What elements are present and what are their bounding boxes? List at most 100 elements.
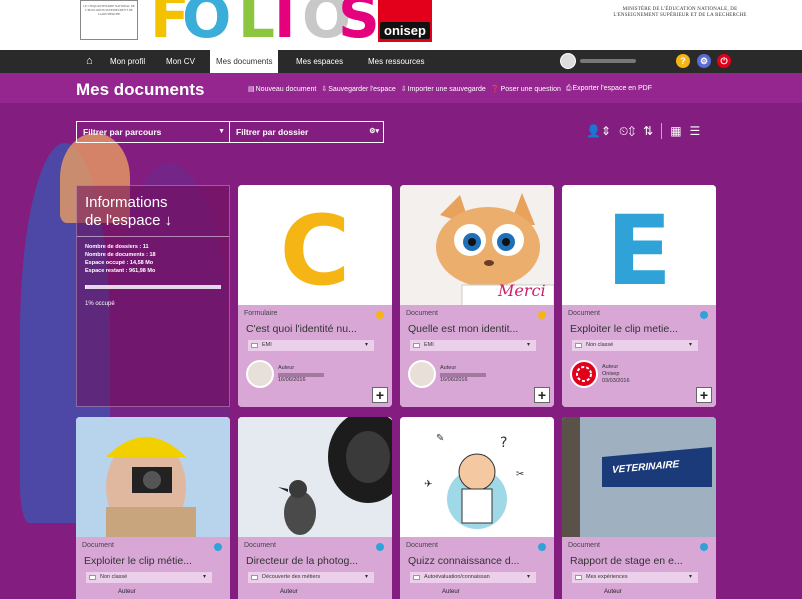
sort-alpha-icon[interactable]: ⇅ <box>643 124 653 138</box>
folder-select[interactable]: Découverte des métiers <box>248 572 374 583</box>
status-dot <box>700 311 708 319</box>
folder-icon <box>251 343 258 348</box>
logout-icon[interactable]: ⏻ <box>717 54 731 68</box>
sort-by-date-icon[interactable]: ⏲⇕ <box>619 124 635 139</box>
space-info-title[interactable]: Informations de l'espace ↓ <box>77 186 229 237</box>
document-card[interactable]: E Document Exploiter le clip metie... No… <box>562 185 716 407</box>
veterinaire-sign-photo <box>562 417 716 537</box>
card-type: Document <box>568 542 600 549</box>
import-icon: ⇩ <box>400 86 407 93</box>
card-type: Document <box>82 542 114 549</box>
user-menu[interactable] <box>560 53 636 69</box>
letter-e-image: E <box>606 195 672 305</box>
add-button[interactable]: + <box>534 387 550 403</box>
card-title[interactable]: Directeur de la photog... <box>246 555 386 567</box>
card-type: Formulaire <box>244 310 278 317</box>
folder-select[interactable]: Mes expériences <box>572 572 698 583</box>
card-thumbnail: VETERINAIRE <box>562 417 716 537</box>
storage-progress-bar <box>85 285 221 289</box>
card-title[interactable]: Rapport de stage en e... <box>570 555 710 567</box>
gear-chevron-icon: ⚙▾ <box>369 128 379 135</box>
export-pdf-button[interactable]: ⎙Exporter l'espace en PDF <box>566 85 652 93</box>
card-thumbnail <box>238 417 392 537</box>
card-title[interactable]: Exploiter le clip metie... <box>570 323 710 335</box>
filter-dossier-select[interactable]: Filtrer par dossier ⚙▾ <box>230 121 384 143</box>
sort-by-user-icon[interactable]: 👤⇕ <box>586 124 611 138</box>
status-dot <box>376 543 384 551</box>
nav-mon-cv[interactable]: Mon CV <box>160 50 201 73</box>
folder-select[interactable]: EMI <box>410 340 536 351</box>
document-card[interactable]: Document Directeur de la photog... Décou… <box>238 417 392 599</box>
user-name-blurred <box>580 59 636 63</box>
document-card[interactable]: C Formulaire C'est quoi l'identité nu...… <box>238 185 392 407</box>
chevron-down-icon: ▼ <box>218 128 225 135</box>
toolbar-actions: ▤Nouveau document ⇩Sauvegarder l'espace … <box>248 85 652 93</box>
folder-icon <box>89 575 96 580</box>
save-icon: ⇩ <box>321 86 328 93</box>
merci-text: Merci <box>498 281 546 300</box>
home-icon[interactable]: ⌂ <box>86 55 98 67</box>
save-space-button[interactable]: ⇩Sauvegarder l'espace <box>321 85 395 93</box>
card-thumbnail <box>76 417 230 537</box>
document-card[interactable]: ? ✎ ✂ ✈ Document Quizz connaissance d...… <box>400 417 554 599</box>
card-thumbnail: ? ✎ ✂ ✈ <box>400 417 554 537</box>
document-card[interactable]: Document Exploiter le clip métie... Non … <box>76 417 230 599</box>
card-thumbnail: C <box>238 185 392 305</box>
brand-letter: S <box>338 0 380 50</box>
main-nav: ⌂ Mon profil Mon CV Mes documents Mes es… <box>0 50 802 73</box>
onisep-avatar <box>570 360 598 388</box>
card-thumbnail: E <box>562 185 716 305</box>
card-title[interactable]: Quizz connaissance d... <box>408 555 548 567</box>
nav-mes-ressources[interactable]: Mes ressources <box>362 50 430 73</box>
folder-icon <box>413 343 420 348</box>
card-type: Document <box>244 542 276 549</box>
folder-select[interactable]: Autoévaluation/connaissan <box>410 572 536 583</box>
settings-icon[interactable]: ⚙ <box>697 54 711 68</box>
card-type: Document <box>406 542 438 549</box>
filter-bar: Filtrer par parcours ▼ Filtrer par dossie… <box>76 121 384 143</box>
card-title[interactable]: Exploiter le clip métie... <box>84 555 224 567</box>
card-author: Auteur 16/06/2016 <box>408 360 486 388</box>
ask-question-button[interactable]: ❓Poser une question <box>491 85 561 93</box>
import-backup-button[interactable]: ⇩Importer une sauvegarde <box>401 85 486 93</box>
svg-text:?: ? <box>500 435 507 451</box>
filter-parcours-select[interactable]: Filtrer par parcours ▼ <box>76 121 230 143</box>
republic-crest: LE CINQUANTENAIRE NATIONAL DE L'EDUCATIO… <box>80 0 138 40</box>
card-type: Document <box>406 310 438 317</box>
nav-mes-documents[interactable]: Mes documents <box>210 50 279 73</box>
add-button[interactable]: + <box>696 387 712 403</box>
card-author: Auteur Onisep 03/03/2016 <box>570 360 630 388</box>
page-title: Mes documents <box>76 80 205 99</box>
storage-progress-fill <box>85 285 87 289</box>
card-type: Document <box>568 310 600 317</box>
folder-select[interactable]: Non classé <box>572 340 698 351</box>
folder-select[interactable]: Non classé <box>86 572 212 583</box>
storage-percent: 1% occupé <box>85 301 115 307</box>
card-title[interactable]: Quelle est mon identit... <box>408 323 548 335</box>
svg-text:✂: ✂ <box>516 469 524 480</box>
onisep-logo[interactable]: onisep <box>378 0 432 42</box>
list-view-icon[interactable]: ☰ <box>690 124 701 138</box>
folder-select[interactable]: EMI <box>248 340 374 351</box>
svg-text:✎: ✎ <box>436 433 444 444</box>
status-dot <box>538 543 546 551</box>
card-title[interactable]: C'est quoi l'identité nu... <box>246 323 386 335</box>
space-stats: Nombre de dossiers : 11 Nombre de docume… <box>85 244 156 274</box>
document-card[interactable]: Merci Document Quelle est mon identit...… <box>400 185 554 407</box>
pdf-icon: ⎙ <box>565 85 572 92</box>
help-icon[interactable]: ? <box>676 54 690 68</box>
nav-mes-espaces[interactable]: Mes espaces <box>290 50 349 73</box>
grid-view-icon[interactable]: ▦ <box>670 124 681 138</box>
documents-area: Filtrer par parcours ▼ Filtrer par dossie… <box>0 103 802 599</box>
folder-icon <box>251 575 258 580</box>
status-dot <box>538 311 546 319</box>
brand-letter: I <box>274 0 296 50</box>
nav-mon-profil[interactable]: Mon profil <box>104 50 151 73</box>
new-document-button[interactable]: ▤Nouveau document <box>248 85 316 93</box>
add-button[interactable]: + <box>372 387 388 403</box>
surveyor-photo <box>76 417 230 537</box>
document-card[interactable]: VETERINAIRE Document Rapport de stage en… <box>562 417 716 599</box>
camera-bird-photo <box>238 417 392 537</box>
avatar <box>246 360 274 388</box>
status-dot <box>376 311 384 319</box>
